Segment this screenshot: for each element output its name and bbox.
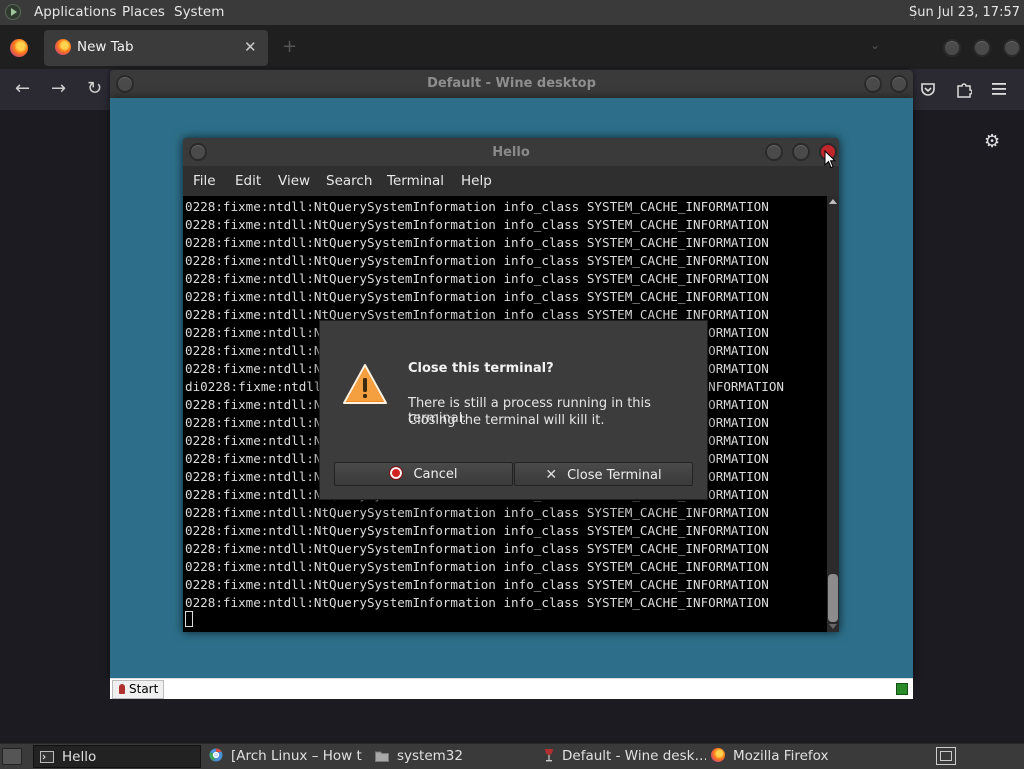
wine-window-title: Default - Wine desktop [427, 76, 596, 91]
terminal-titlebar[interactable]: Hello [183, 138, 839, 166]
taskbar-item-system32[interactable]: system32 [369, 745, 529, 768]
new-tab-button[interactable]: + [282, 36, 297, 57]
dialog-title: Close this terminal? [408, 361, 554, 376]
warning-icon [343, 364, 387, 404]
hamburger-menu-icon[interactable] [992, 82, 1007, 96]
show-desktop-icon[interactable] [2, 748, 22, 765]
wine-taskbar: Start [110, 678, 913, 699]
tab-title: New Tab [77, 39, 134, 55]
terminal-title: Hello [492, 145, 530, 160]
menu-file[interactable]: File [193, 173, 216, 189]
wine-minimize-button[interactable] [864, 75, 882, 93]
taskbar-item-label: Mozilla Firefox [733, 748, 829, 764]
firefox-close-button[interactable] [1003, 39, 1021, 57]
wine-glass-icon [119, 684, 125, 694]
scroll-up-arrow-icon[interactable] [829, 199, 837, 204]
chromium-icon [209, 748, 223, 762]
close-terminal-button[interactable]: ✕ Close Terminal [514, 462, 693, 486]
close-terminal-label: Close Terminal [567, 468, 662, 483]
tab-close-icon[interactable]: ✕ [244, 38, 257, 56]
taskbar-item-hello[interactable]: Hello [33, 745, 201, 768]
firefox-maximize-button[interactable] [973, 39, 991, 57]
pocket-icon[interactable] [920, 81, 936, 97]
taskbar-item-wine-desktop[interactable]: Default - Wine desk… [538, 745, 706, 768]
firefox-tab-icon [55, 39, 71, 55]
firefox-minimize-button[interactable] [943, 39, 961, 57]
taskbar-item-arch-linux[interactable]: [Arch Linux – How t… [203, 745, 363, 768]
terminal-cursor [185, 611, 193, 627]
taskbar-item-label: Hello [62, 749, 97, 765]
clock[interactable]: Sun Jul 23, 17:57 [909, 0, 1020, 25]
settings-gear-icon[interactable]: ⚙ [984, 131, 1000, 152]
cancel-label: Cancel [413, 467, 458, 482]
dialog-message-line2: Closing the terminal will kill it. [408, 413, 605, 428]
start-label: Start [129, 682, 159, 696]
reload-icon[interactable]: ↻ [87, 78, 102, 99]
wine-maximize-button[interactable] [890, 75, 908, 93]
mouse-pointer-icon [824, 150, 836, 169]
taskbar-item-label: [Arch Linux – How t… [231, 748, 363, 764]
folder-icon [375, 751, 389, 762]
distro-logo-icon[interactable] [5, 4, 21, 20]
menu-help[interactable]: Help [461, 173, 492, 189]
scrollbar-thumb[interactable] [828, 574, 838, 622]
cancel-button[interactable]: Cancel [334, 462, 513, 486]
close-x-icon: ✕ [545, 467, 558, 483]
applications-menu[interactable]: Applications [34, 0, 116, 25]
terminal-icon [40, 751, 54, 763]
taskbar-item-firefox[interactable]: Mozilla Firefox [705, 745, 865, 768]
wine-start-button[interactable]: Start [112, 680, 165, 699]
tab-new-tab[interactable]: New Tab ✕ [44, 30, 268, 66]
cancel-icon [389, 466, 404, 480]
terminal-menubar: File Edit View Search Terminal Help [183, 166, 839, 196]
system-menu[interactable]: System [174, 0, 224, 25]
menu-search[interactable]: Search [326, 173, 372, 189]
workspace-switcher[interactable] [936, 747, 956, 765]
menu-view[interactable]: View [278, 173, 310, 189]
terminal-scrollbar[interactable] [827, 196, 839, 632]
menu-terminal[interactable]: Terminal [387, 173, 444, 189]
forward-arrow-icon[interactable]: → [51, 78, 66, 99]
taskbar-item-label: Default - Wine desk… [562, 748, 706, 764]
list-tabs-chevron-icon[interactable]: ⌄ [870, 38, 880, 52]
wine-tray-icon[interactable] [896, 683, 908, 695]
wine-icon [545, 749, 553, 762]
firefox-icon [711, 748, 725, 762]
terminal-maximize-button[interactable] [792, 143, 810, 161]
wine-window-titlebar[interactable]: Default - Wine desktop [110, 70, 913, 98]
scroll-down-arrow-icon[interactable] [829, 624, 837, 629]
firefox-view-icon[interactable] [10, 39, 28, 57]
menu-edit[interactable]: Edit [235, 173, 261, 189]
terminal-minimize-button[interactable] [765, 143, 783, 161]
extensions-icon[interactable] [956, 81, 972, 98]
back-arrow-icon[interactable]: ← [15, 78, 30, 99]
close-terminal-dialog: Close this terminal? There is still a pr… [319, 320, 708, 500]
bottom-panel: Hello [Arch Linux – How t… system32 Defa… [0, 743, 1024, 769]
places-menu[interactable]: Places [122, 0, 165, 25]
top-panel: Applications Places System Sun Jul 23, 1… [0, 0, 1024, 26]
taskbar-item-label: system32 [397, 748, 463, 764]
